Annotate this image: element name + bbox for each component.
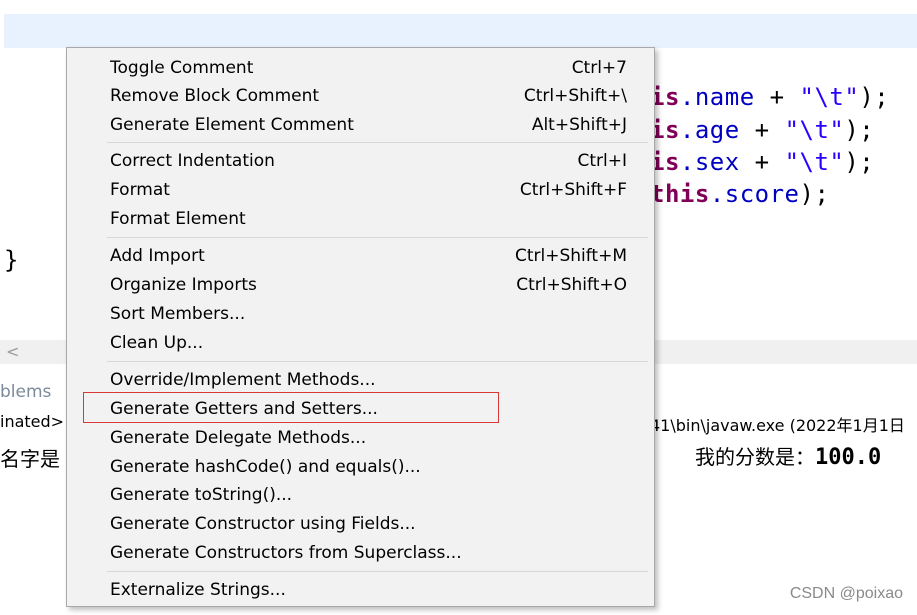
- source-context-menu: Toggle Comment Ctrl+7 Remove Block Comment…: [66, 47, 655, 607]
- menu-item-toggle-comment[interactable]: Toggle Comment Ctrl+7: [67, 54, 654, 82]
- menu-item-label: Add Import: [110, 246, 205, 266]
- code-string: "\t": [784, 148, 845, 176]
- menu-item-label: Format Element: [110, 209, 246, 229]
- console-process-path: 41\bin\javaw.exe (2022年1月1日: [650, 416, 905, 435]
- menu-item-label: Externalize Strings...: [110, 580, 286, 600]
- code-field: .age: [679, 116, 740, 144]
- menu-item-sort-members[interactable]: Sort Members...: [67, 300, 654, 328]
- console-output-score: 我的分数是：100.0: [695, 441, 881, 470]
- menu-item-shortcut: Alt+Shift+J: [531, 115, 627, 135]
- menu-item-clean-up[interactable]: Clean Up...: [67, 329, 654, 357]
- menu-item-shortcut: Ctrl+Shift+F: [519, 180, 627, 200]
- watermark: CSDN @poixao: [789, 585, 903, 602]
- menu-separator: [107, 361, 648, 362]
- code-end: );: [844, 116, 875, 144]
- menu-item-label: Generate Constructors from Superclass...: [110, 543, 462, 563]
- menu-item-label: Generate Constructor using Fields...: [110, 514, 416, 534]
- code-line[interactable]: is.age + "\t");: [650, 116, 874, 144]
- menu-item-shortcut: Ctrl+Shift+O: [516, 275, 627, 295]
- menu-item-shortcut: Ctrl+I: [577, 151, 627, 171]
- menu-item-label: Generate toString()...: [110, 485, 293, 505]
- closing-brace: }: [4, 246, 19, 274]
- menu-item-correct-indentation[interactable]: Correct Indentation Ctrl+I: [67, 147, 654, 175]
- code-operator: +: [739, 148, 785, 176]
- menu-item-label: Generate Element Comment: [110, 115, 354, 135]
- menu-item-label: Clean Up...: [110, 333, 204, 353]
- menu-item-label: Generate hashCode() and equals()...: [110, 457, 421, 477]
- menu-item-generate-delegate-methods[interactable]: Generate Delegate Methods...: [67, 424, 654, 452]
- menu-item-label: Toggle Comment: [110, 58, 254, 78]
- menu-item-label: Organize Imports: [110, 275, 257, 295]
- highlight-annotation: [83, 392, 499, 423]
- menu-item-override-implement-methods[interactable]: Override/Implement Methods...: [67, 366, 654, 394]
- menu-item-generate-hashcode-and-equals[interactable]: Generate hashCode() and equals()...: [67, 453, 654, 481]
- menu-item-generate-constructors-from-superclass[interactable]: Generate Constructors from Superclass...: [67, 539, 654, 567]
- menu-item-format[interactable]: Format Ctrl+Shift+F: [67, 176, 654, 204]
- code-string: "\t": [799, 83, 860, 111]
- menu-item-organize-imports[interactable]: Organize Imports Ctrl+Shift+O: [67, 271, 654, 299]
- scroll-left-icon[interactable]: <: [6, 340, 19, 364]
- code-field: .score: [709, 180, 800, 208]
- menu-item-label: Override/Implement Methods...: [110, 370, 376, 390]
- menu-item-label: Sort Members...: [110, 304, 246, 324]
- code-line[interactable]: is.name + "\t");: [650, 83, 889, 111]
- menu-item-label: Remove Block Comment: [110, 86, 320, 106]
- menu-item-label: Generate Delegate Methods...: [110, 428, 367, 448]
- menu-item-shortcut: Ctrl+7: [571, 58, 627, 78]
- menu-item-format-element[interactable]: Format Element: [67, 205, 654, 233]
- menu-item-externalize-strings[interactable]: Externalize Strings...: [67, 576, 654, 604]
- tab-problems[interactable]: blems: [0, 382, 51, 402]
- current-line-highlight: [4, 14, 917, 48]
- code-field: .name: [679, 83, 755, 111]
- menu-item-shortcut: Ctrl+Shift+M: [514, 246, 627, 266]
- code-keyword: this: [650, 180, 710, 208]
- menu-item-remove-block-comment[interactable]: Remove Block Comment Ctrl+Shift+\: [67, 82, 654, 110]
- code-end: );: [859, 83, 890, 111]
- menu-item-shortcut: Ctrl+Shift+\: [523, 86, 627, 106]
- menu-item-label: Correct Indentation: [110, 151, 275, 171]
- code-operator: +: [754, 83, 800, 111]
- menu-item-add-import[interactable]: Add Import Ctrl+Shift+M: [67, 242, 654, 270]
- code-field: .sex: [679, 148, 740, 176]
- score-label: 我的分数是：: [695, 445, 815, 469]
- code-line[interactable]: this.score);: [650, 180, 829, 208]
- menu-separator: [107, 237, 648, 238]
- console-process-label: inated>: [0, 412, 65, 431]
- menu-item-generate-constructor-using-fields[interactable]: Generate Constructor using Fields...: [67, 510, 654, 538]
- menu-item-generate-element-comment[interactable]: Generate Element Comment Alt+Shift+J: [67, 111, 654, 139]
- code-end: );: [799, 180, 830, 208]
- code-end: );: [844, 148, 875, 176]
- menu-item-label: Format: [110, 180, 170, 200]
- code-line[interactable]: is.sex + "\t");: [650, 148, 874, 176]
- score-value: 100.0: [815, 445, 882, 470]
- menu-separator: [107, 571, 648, 572]
- code-string: "\t": [784, 116, 845, 144]
- menu-item-generate-tostring[interactable]: Generate toString()...: [67, 481, 654, 509]
- code-operator: +: [739, 116, 785, 144]
- console-output-name: 名字是: [0, 447, 60, 471]
- menu-separator: [107, 142, 648, 143]
